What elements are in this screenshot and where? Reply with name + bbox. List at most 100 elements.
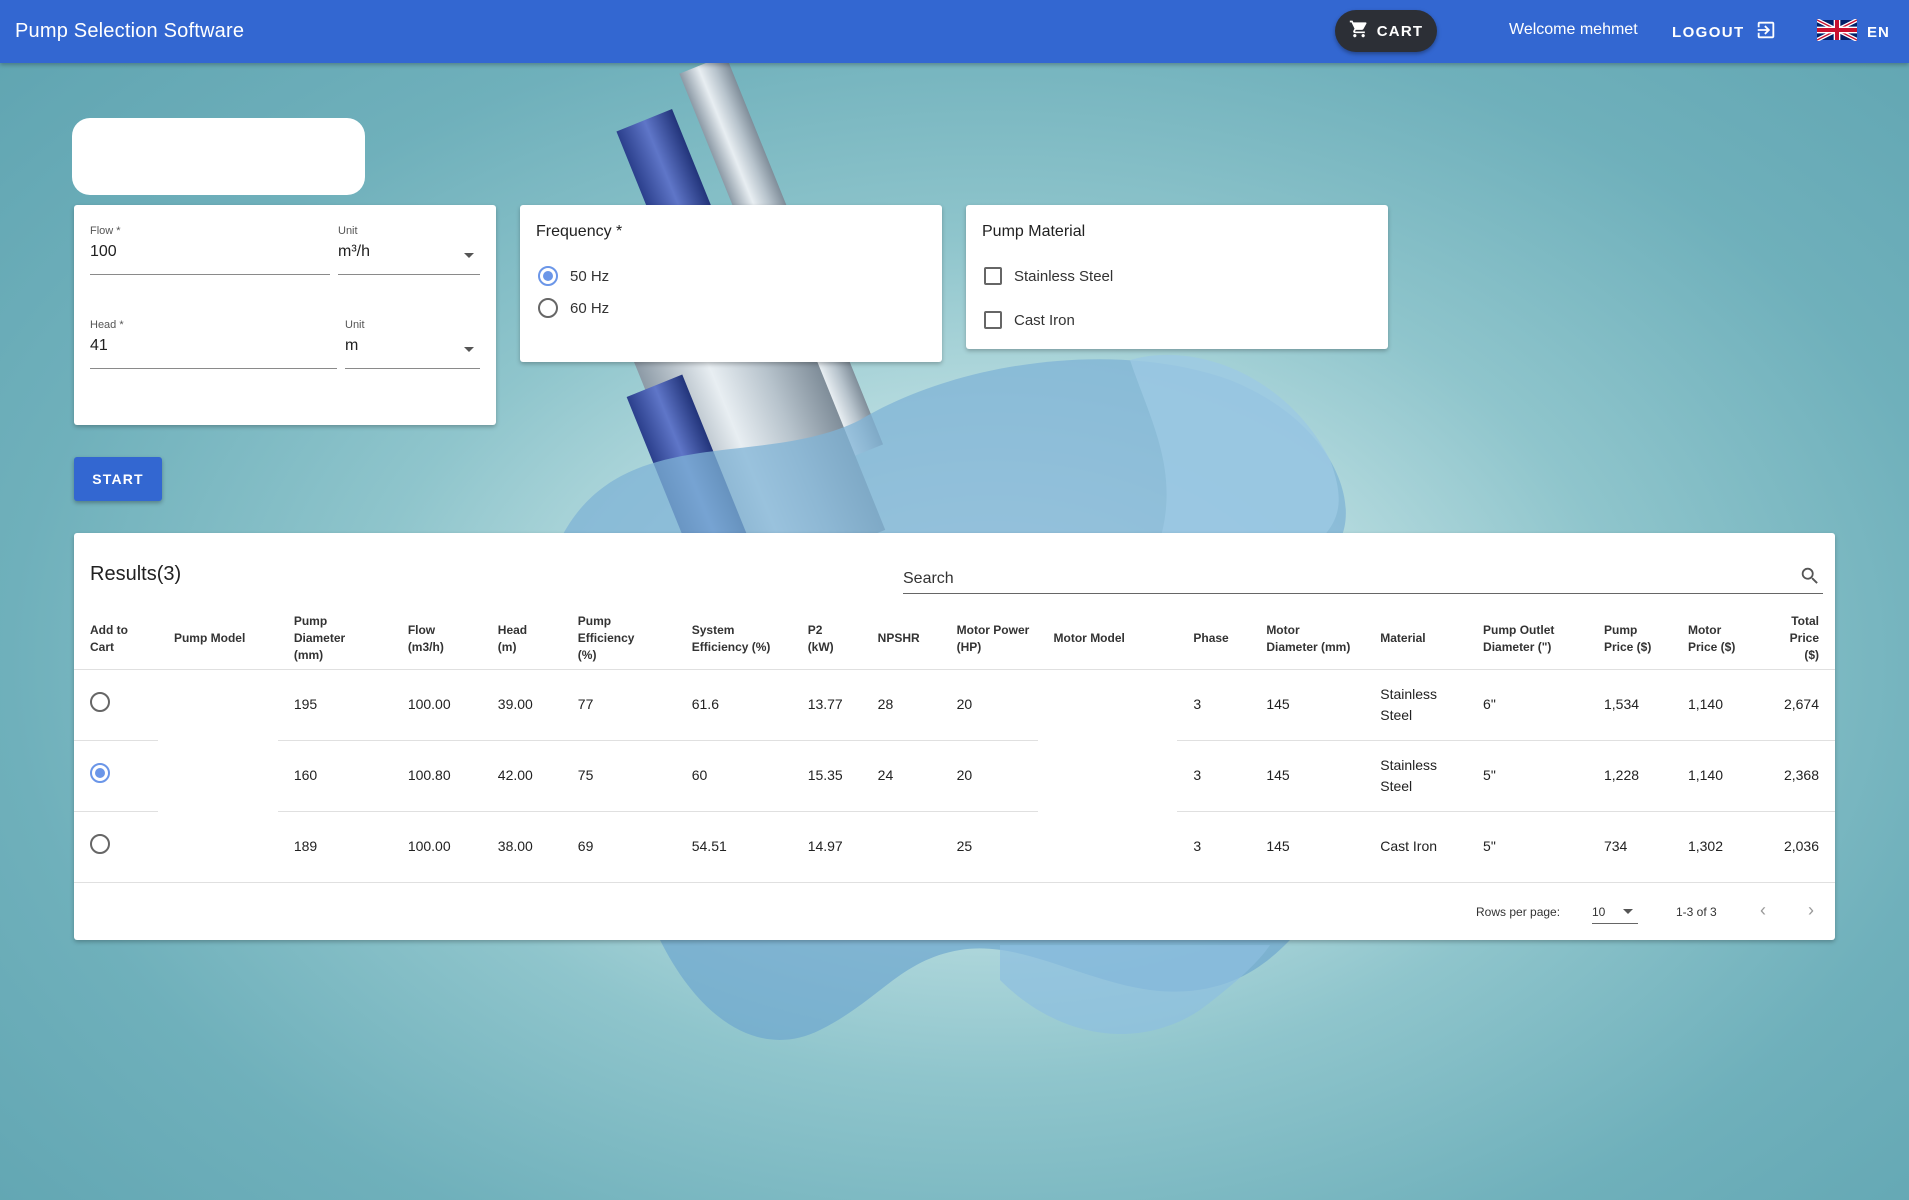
radio-unchecked-icon[interactable] (90, 691, 110, 712)
frequency-title: Frequency * (536, 223, 623, 240)
head-field[interactable]: Head * 41 (90, 319, 337, 369)
table-cell: 2,674 (1759, 669, 1835, 741)
cart-button[interactable]: CART (1335, 10, 1437, 52)
uk-flag-icon (1816, 18, 1858, 45)
head-value: 41 (90, 337, 108, 354)
search-placeholder: Search (903, 570, 954, 587)
table-cell: Stainless Steel (1364, 740, 1468, 812)
add-to-cart-cell[interactable] (74, 811, 158, 883)
head-label: Head * (90, 319, 124, 331)
table-cell: 14.97 (791, 811, 862, 883)
flow-unit-select[interactable]: Unit m³/h (338, 225, 480, 275)
table-cell: 69 (561, 811, 676, 883)
table-cell: 39.00 (481, 669, 562, 741)
results-table: Add to Cart Pump Model Pump Diameter (mm… (74, 609, 1835, 883)
flow-unit-value: m³/h (338, 243, 370, 260)
column-header: Pump Outlet Diameter (") (1467, 609, 1588, 670)
results-card: Results(3) Search Add to Cart Pump Model… (74, 533, 1835, 940)
table-cell: 13.77 (791, 669, 862, 741)
welcome-text: Welcome mehmet (1509, 21, 1638, 38)
column-header: Phase (1177, 609, 1251, 670)
table-pagination: Rows per page: 10 1-3 of 3 ‹ › (74, 882, 1835, 942)
start-button[interactable]: START (74, 457, 162, 501)
blank-panel (72, 118, 365, 195)
table-cell: 1,140 (1671, 669, 1760, 741)
table-row[interactable]: 189 100.00 38.00 69 54.51 14.97 25 3 145… (74, 811, 1835, 883)
table-cell: 100.00 (391, 669, 482, 741)
table-cell: 100.00 (391, 811, 482, 883)
table-cell: 195 (277, 669, 392, 741)
radio-checked-icon (538, 266, 558, 286)
frequency-card: Frequency * 50 Hz 60 Hz (520, 205, 942, 362)
flow-unit-label: Unit (338, 225, 358, 237)
rows-per-page-select[interactable]: 10 (1592, 896, 1638, 924)
table-cell: 1,534 (1587, 669, 1672, 741)
table-cell: Stainless Steel (1364, 669, 1468, 741)
pump-material-card: Pump Material Stainless Steel Cast Iron (966, 205, 1388, 349)
table-row[interactable]: 195 100.00 39.00 77 61.6 13.77 28 20 3 1… (74, 669, 1835, 741)
head-unit-select[interactable]: Unit m (345, 319, 480, 369)
option-label: 50 Hz (570, 267, 610, 285)
table-row[interactable]: 160 100.80 42.00 75 60 15.35 24 20 3 145… (74, 740, 1835, 812)
add-to-cart-cell[interactable] (74, 669, 158, 741)
table-cell: 75 (561, 740, 676, 812)
table-cell: 25 (940, 811, 1038, 883)
pump-model-cell (157, 811, 278, 883)
language-label: EN (1867, 23, 1890, 41)
table-cell: 3 (1177, 669, 1251, 741)
table-cell: 5" (1467, 740, 1588, 812)
table-cell: 6" (1467, 669, 1588, 741)
search-icon[interactable] (1799, 565, 1821, 592)
logout-label: LOGOUT (1672, 23, 1745, 41)
table-cell: 15.35 (791, 740, 862, 812)
add-to-cart-cell[interactable] (74, 740, 158, 812)
logout-button[interactable]: LOGOUT (1672, 19, 1777, 45)
column-header: Pump Diameter (mm) (277, 609, 392, 670)
table-cell: 1,302 (1671, 811, 1760, 883)
head-unit-value: m (345, 337, 359, 354)
motor-model-cell (1037, 669, 1178, 741)
option-label: Stainless Steel (1014, 267, 1114, 285)
table-cell: 20 (940, 740, 1038, 812)
radio-checked-icon[interactable] (90, 762, 110, 783)
column-header: Pump Model (157, 609, 278, 670)
search-input[interactable]: Search (903, 565, 1823, 594)
radio-unchecked-icon (538, 298, 558, 318)
shopping-cart-icon (1349, 19, 1369, 43)
cart-label: CART (1376, 22, 1424, 40)
table-cell: 60 (675, 740, 792, 812)
rows-per-page-value: 10 (1592, 905, 1606, 919)
table-cell: 5" (1467, 811, 1588, 883)
previous-page-icon[interactable]: ‹ (1760, 900, 1766, 921)
material-option-stainless-steel[interactable]: Stainless Steel (984, 267, 1113, 285)
flow-field[interactable]: Flow * 100 (90, 225, 330, 275)
column-header: Motor Diameter (mm) (1250, 609, 1365, 670)
column-header: Motor Power (HP) (940, 609, 1038, 670)
motor-model-cell (1037, 740, 1178, 812)
table-cell: 38.00 (481, 811, 562, 883)
column-header: Material (1364, 609, 1468, 670)
table-cell: 42.00 (481, 740, 562, 812)
column-header: Motor Model (1037, 609, 1178, 670)
frequency-option-60hz[interactable]: 60 Hz (538, 298, 609, 318)
motor-model-cell (1037, 811, 1178, 883)
radio-unchecked-icon[interactable] (90, 833, 110, 854)
table-cell: 20 (940, 669, 1038, 741)
pagination-range: 1-3 of 3 (1676, 905, 1717, 919)
table-cell: 3 (1177, 811, 1251, 883)
table-cell: 145 (1250, 669, 1365, 741)
next-page-icon[interactable]: › (1808, 900, 1814, 921)
language-selector[interactable]: EN (1816, 18, 1890, 45)
column-header: Motor Price ($) (1671, 609, 1760, 670)
table-cell: 2,368 (1759, 740, 1835, 812)
table-cell: 1,140 (1671, 740, 1760, 812)
frequency-option-50hz[interactable]: 50 Hz (538, 266, 609, 286)
table-cell: 189 (277, 811, 392, 883)
column-header: System Efficiency (%) (675, 609, 792, 670)
flow-label: Flow * (90, 225, 121, 237)
dropdown-arrow-icon (1623, 909, 1633, 914)
material-option-cast-iron[interactable]: Cast Iron (984, 311, 1075, 329)
table-cell: 24 (861, 740, 941, 812)
checkbox-unchecked-icon (984, 311, 1002, 329)
app-bar: Pump Selection Software CART Welcome meh… (0, 0, 1909, 63)
